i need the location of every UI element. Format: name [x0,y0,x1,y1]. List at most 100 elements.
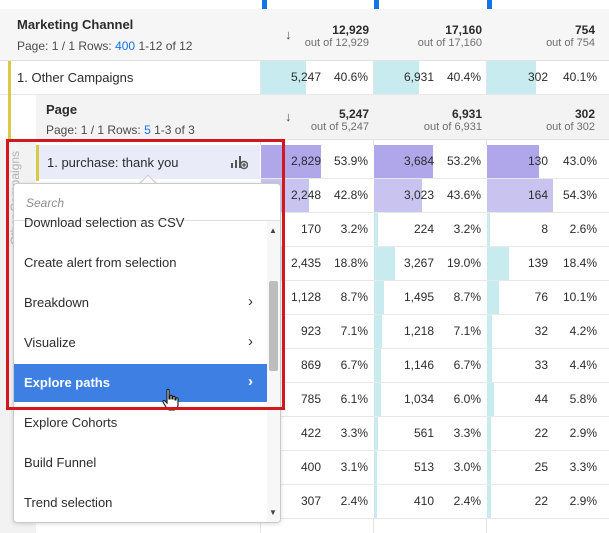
metric-value: 22 [534,494,548,508]
breakdown-title[interactable]: Page [46,102,77,117]
metric-percent: 7.1% [340,324,368,338]
metric-value: 302 [527,70,548,84]
column-marker-2 [374,0,379,9]
metric-bar [487,315,492,348]
menu-item-build-funnel[interactable]: Build Funnel [14,444,267,482]
metric-total: 5,247 [338,107,369,121]
rows-per-page-link[interactable]: 5 [144,123,151,137]
metric-total: 6,931 [451,107,482,121]
metric-percent: 40.4% [446,70,481,84]
metric-header-2[interactable]: 6,931 out of 6,931 [400,107,482,133]
metric-percent: 18.8% [333,256,368,270]
arrow-down-icon[interactable]: ↓ [285,109,292,124]
metric-percent: 4.2% [569,324,597,338]
metric-cell[interactable]: 130 43.0% [487,145,609,178]
metric-cell[interactable]: 32 4.2% [487,315,609,348]
metric-bar [374,281,384,314]
metric-percent: 8.7% [453,290,481,304]
metric-cell[interactable]: 3,023 43.6% [374,179,485,212]
metric-header-3[interactable]: 302 out of 302 [520,107,595,133]
metric-percent: 40.1% [562,70,597,84]
metric-value: 3,267 [403,256,434,270]
metric-total: 17,160 [445,23,482,37]
metric-cell[interactable]: 3,267 19.0% [374,247,485,280]
triangle-down-icon[interactable]: ▼ [269,508,277,517]
metric-cell[interactable]: 1,218 7.1% [374,315,485,348]
menu-item-trend-selection[interactable]: Trend selection [14,484,267,522]
metric-cell[interactable]: 561 3.3% [374,417,485,450]
dimension-title[interactable]: Marketing Channel [17,17,133,32]
metric-cell[interactable]: 6,931 40.4% [374,61,485,94]
row-label[interactable]: 1. Other Campaigns [17,70,133,85]
metric-percent: 40.6% [333,70,368,84]
metric-value: 400 [300,460,321,474]
metric-percent: 53.2% [446,154,481,168]
metric-percent: 3.3% [340,426,368,440]
metric-bar [374,315,382,348]
metric-cell[interactable]: 33 4.4% [487,349,609,382]
rows-per-page-link[interactable]: 400 [115,39,135,53]
metric-value: 1,034 [403,392,434,406]
metric-cell[interactable]: 1,495 8.7% [374,281,485,314]
metric-cell[interactable]: 302 40.1% [487,61,609,94]
metric-cell[interactable]: 76 10.1% [487,281,609,314]
metric-percent: 43.6% [446,188,481,202]
metric-value: 224 [413,222,434,236]
metric-value: 139 [527,256,548,270]
metric-bar [487,213,490,246]
menu-item-label: Trend selection [24,495,113,510]
metric-value: 1,218 [403,324,434,338]
metric-bar [374,451,377,484]
metric-percent: 8.7% [340,290,368,304]
metric-bar [487,349,492,382]
metric-cell[interactable]: 3,684 53.2% [374,145,485,178]
metric-cell[interactable]: 224 3.2% [374,213,485,246]
metric-value: 422 [300,426,321,440]
metric-bar [374,485,377,518]
arrow-down-icon[interactable]: ↓ [285,27,292,42]
metric-cell[interactable]: 25 3.3% [487,451,609,484]
metric-cell[interactable]: 8 2.6% [487,213,609,246]
metric-cell[interactable]: 5,247 40.6% [261,61,372,94]
metric-total: 754 [574,23,595,37]
metric-percent: 2.4% [453,494,481,508]
metric-percent: 4.4% [569,358,597,372]
metric-percent: 6.7% [340,358,368,372]
metric-cell[interactable]: 139 18.4% [487,247,609,280]
metric-cell[interactable]: 44 5.8% [487,383,609,416]
pagination-info: Page: 1 / 1 Rows: 400 1-12 of 12 [17,39,192,53]
metric-percent: 10.1% [562,290,597,304]
metric-value: 1,128 [290,290,321,304]
metric-percent: 3.1% [340,460,368,474]
metric-out-of: out of 6,931 [423,121,482,133]
pagination-range: 1-12 of 12 [138,39,193,53]
metric-header-1[interactable]: 12,929 out of 12,929 [300,23,369,49]
metric-percent: 2.9% [569,426,597,440]
metric-cell[interactable]: 1,146 6.7% [374,349,485,382]
metric-percent: 6.0% [453,392,481,406]
metric-cell[interactable]: 22 2.9% [487,485,609,518]
metric-value: 2,435 [290,256,321,270]
metric-cell[interactable]: 22 2.9% [487,417,609,450]
metric-percent: 18.4% [562,256,597,270]
metric-total: 302 [574,107,595,121]
metric-cell[interactable]: 164 54.3% [487,179,609,212]
metric-cell[interactable]: 410 2.4% [374,485,485,518]
metric-percent: 3.2% [453,222,481,236]
table-header: Marketing Channel Page: 1 / 1 Rows: 400 … [0,9,609,61]
metric-header-1[interactable]: 5,247 out of 5,247 [300,107,369,133]
metric-percent: 42.8% [333,188,368,202]
metric-value: 32 [534,324,548,338]
metric-header-3[interactable]: 754 out of 754 [520,23,595,49]
metric-value: 130 [527,154,548,168]
metric-bar [374,383,381,416]
metric-bar [374,417,378,450]
metric-cell[interactable]: 1,034 6.0% [374,383,485,416]
metric-cell[interactable]: 513 3.0% [374,451,485,484]
metric-percent: 6.1% [340,392,368,406]
metric-value: 561 [413,426,434,440]
metric-bar [374,213,378,246]
metric-header-2[interactable]: 17,160 out of 17,160 [400,23,482,49]
metric-bar [487,281,499,314]
metric-percent: 3.0% [453,460,481,474]
